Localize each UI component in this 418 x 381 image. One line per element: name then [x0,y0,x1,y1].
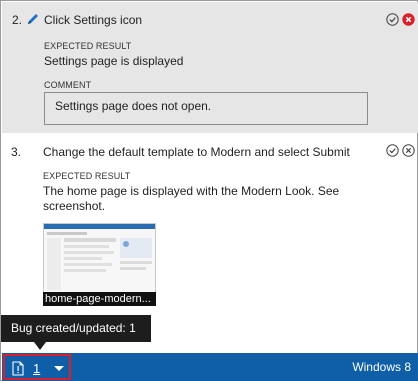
pass-check-icon[interactable] [386,144,399,157]
bug-tooltip: Bug created/updated: 1 [1,315,151,342]
fail-x-icon[interactable] [402,144,415,157]
step-number: 2. [12,13,23,27]
test-runner-panel: 2. Click Settings icon EXPECTED RESULT S… [0,0,418,381]
expected-result-text: The home page is displayed with the Mode… [43,184,340,213]
pencil-icon[interactable] [26,12,40,26]
comment-text: Settings page does not open. [55,99,212,113]
test-step-2: 2. Click Settings icon EXPECTED RESULT S… [2,2,418,133]
comment-field[interactable]: Settings page does not open. [44,92,368,125]
step-title: Change the default template to Modern an… [43,145,350,159]
expected-result-text: Settings page is displayed [44,54,184,68]
attachment-filename[interactable]: home-page-modern... [43,292,156,306]
fail-x-icon[interactable] [402,13,415,26]
expected-result-caption: EXPECTED RESULT [43,171,131,181]
screenshot-preview-image [44,224,155,290]
comment-caption: COMMENT [44,80,92,90]
configuration-label: Windows 8 [352,360,411,374]
bug-document-icon [12,361,24,376]
status-bar: 1 Windows 8 [2,353,418,381]
expected-result-caption: EXPECTED RESULT [44,41,132,51]
chevron-down-icon[interactable] [50,359,68,377]
step-number: 3. [11,145,22,159]
tooltip-arrow [34,342,46,350]
step-title: Click Settings icon [44,13,143,27]
pass-check-icon[interactable] [386,13,399,26]
screenshot-thumbnail[interactable] [43,223,156,293]
bug-count-link[interactable]: 1 [33,361,40,376]
bug-count-button[interactable]: 1 [3,354,71,380]
